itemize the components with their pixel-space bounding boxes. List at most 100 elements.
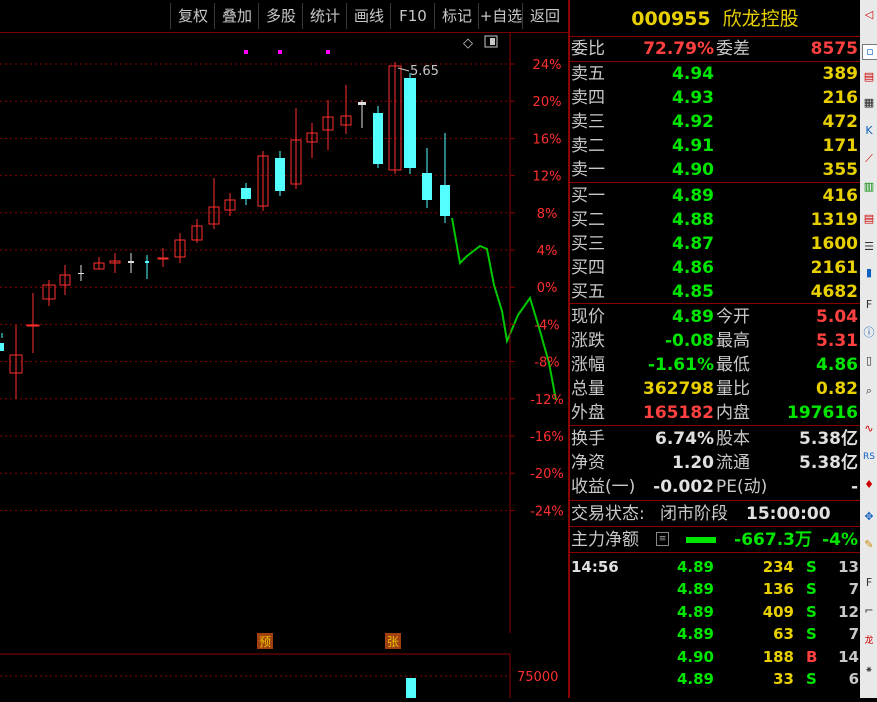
tick-volume: 63 (773, 625, 794, 644)
stat-value: 4.86 (816, 355, 858, 375)
gift-icon[interactable]: ♦ (862, 478, 876, 492)
candle-body (404, 78, 416, 168)
trend-icon[interactable]: ⟋ (862, 152, 876, 166)
stock-title: 000955 欣龙控股 (570, 0, 860, 38)
tick-row: 4.90 188 B 14 (570, 646, 860, 668)
main-flow-row[interactable]: 主力净额 ≡ -667.3万 -4% (570, 528, 860, 552)
bar-icon-2[interactable]: ▤ (862, 212, 876, 226)
sell-volume: 472 (822, 112, 859, 132)
dragon-icon[interactable]: 龙 (862, 634, 876, 648)
rs-icon[interactable]: RS (862, 450, 876, 464)
y-tick-label: -8% (534, 356, 559, 371)
tick-row: 4.89 136 S 7 (570, 578, 860, 600)
tick-price: 4.90 (676, 647, 714, 666)
f10-button[interactable]: F10 (390, 3, 435, 29)
stat-value: -1.61% (647, 355, 714, 375)
wave-icon[interactable]: ∿ (862, 422, 876, 436)
candle-body (0, 343, 4, 351)
chart-toolbar: 复权 叠加 多股 统计 画线 F10 标记 +自选 返回 (0, 0, 568, 32)
tick-side: S (806, 670, 817, 688)
tick-price: 4.89 (676, 558, 714, 576)
buy-volume: 1319 (810, 210, 858, 230)
f-icon-2[interactable]: F (862, 576, 876, 590)
chart-icon[interactable]: ▤ (862, 70, 876, 84)
stock-code: 000955 (631, 8, 711, 30)
list-icon[interactable]: ≡ (656, 532, 669, 546)
share-label: PE(动) (716, 477, 768, 497)
candle-body (26, 324, 40, 327)
info-icon[interactable]: ⓘ (862, 326, 876, 340)
y-tick-label: 20% (533, 95, 562, 110)
search-icon[interactable]: ⌕ (862, 384, 876, 398)
kline-chart[interactable]: 5.65 ◇ 24% 20% 16% 12% 8% 4% 0% -4% -8% -12% -16% -… (0, 33, 568, 698)
candle-body (358, 102, 366, 105)
pen-icon[interactable]: ✎ (862, 538, 876, 552)
buy-volume: 2161 (810, 258, 858, 278)
stat-label: 内盘 (716, 403, 750, 423)
sell-row: 卖一 4.90 355 (570, 158, 860, 182)
stat-value: 197616 (787, 403, 858, 423)
buy-label: 买三 (571, 234, 605, 254)
signal-dot (278, 50, 282, 54)
bar-icon[interactable]: ▥ (862, 180, 876, 194)
app-icon-1[interactable]: ▫ (862, 44, 877, 60)
k-icon[interactable]: K (862, 124, 876, 138)
buy-volume: 416 (822, 186, 859, 206)
sell-row: 卖二 4.91 171 (570, 134, 860, 158)
back-button[interactable]: 返回 (522, 3, 567, 29)
stat-label: 涨跌 (571, 331, 605, 351)
sell-volume: 389 (822, 64, 859, 84)
list-icon-2[interactable]: ☰ (862, 240, 876, 254)
sell-price: 4.92 (672, 112, 714, 132)
tick-count: 12 (838, 602, 859, 621)
divider (570, 552, 860, 553)
main-flow-value: -667.3万 (734, 530, 812, 550)
star-icon[interactable]: ⁕ (862, 664, 876, 678)
buy-row: 买二 4.88 1319 (570, 208, 860, 232)
y-tick-label: 24% (533, 58, 562, 73)
main-flow-label: 主力净额 (571, 530, 639, 550)
tick-row: 4.89 409 S 12 (570, 601, 860, 623)
multi-stock-button[interactable]: 多股 (258, 3, 303, 29)
buy-volume: 1600 (810, 234, 858, 254)
kline-svg[interactable]: 5.65 ◇ 24% 20% 16% 12% 8% 4% 0% -4% -8% -12% -16% -… (0, 33, 568, 698)
candle-body (440, 185, 450, 216)
draw-line-button[interactable]: 画线 (346, 3, 391, 29)
buy-volume: 4682 (810, 282, 858, 302)
max-price-label: 5.65 (410, 64, 439, 79)
tick-count: 13 (838, 558, 859, 576)
share-value: 5.38亿 (799, 429, 858, 449)
flag-icon[interactable]: ▮ (862, 266, 876, 280)
buy-label: 买四 (571, 258, 605, 278)
max-price-annotation: 5.65 (397, 64, 439, 79)
sell-volume: 355 (822, 160, 859, 180)
mark-button[interactable]: 标记 (434, 3, 479, 29)
overlay-button[interactable]: 叠加 (214, 3, 259, 29)
tick-volume: 409 (762, 602, 794, 621)
divider (570, 526, 860, 527)
tick-volume: 33 (773, 670, 794, 688)
share-row: 收益(一) -0.002 PE(动) - (570, 475, 860, 499)
stat-value: 5.31 (816, 331, 858, 351)
fuquan-button[interactable]: 复权 (170, 3, 215, 29)
stats-button[interactable]: 统计 (302, 3, 347, 29)
stat-value: 362798 (643, 379, 714, 399)
pin-icon[interactable]: ⌐ (862, 604, 876, 618)
yu-marker: 预 (259, 635, 271, 649)
move-icon[interactable]: ✥ (862, 510, 876, 524)
y-tick-label: -20% (530, 467, 564, 482)
buy-row: 买一 4.89 416 (570, 184, 860, 208)
grid-icon[interactable]: ▦ (862, 96, 876, 110)
sell-row: 卖五 4.94 389 (570, 62, 860, 86)
stat-value: 165182 (643, 403, 714, 423)
add-watchlist-button[interactable]: +自选 (478, 3, 523, 29)
f-icon[interactable]: F (862, 298, 876, 312)
arrow-icon[interactable]: ◁ (862, 8, 876, 22)
candle-body (145, 261, 149, 263)
doc-icon[interactable]: ▯ (862, 354, 876, 368)
tick-time: 14:56 (571, 558, 619, 576)
stat-label: 今开 (716, 307, 750, 327)
y-tick-label: 4% (537, 244, 558, 259)
share-value: -0.002 (653, 477, 714, 497)
buy-row: 买四 4.86 2161 (570, 256, 860, 280)
